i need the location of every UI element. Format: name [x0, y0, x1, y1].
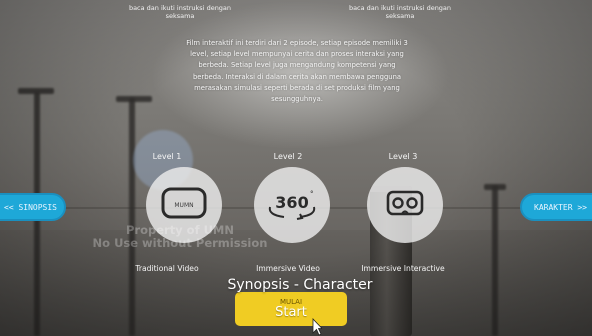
watermark: Property of UMN No Use without Permissio… — [70, 224, 290, 250]
vr-headset-icon — [383, 186, 427, 224]
360-icon: 360 ° — [262, 183, 322, 227]
level-2-title: Level 2 — [273, 152, 303, 161]
level-3-title: Level 3 — [388, 152, 418, 161]
start-button-label: Start — [275, 305, 307, 320]
svg-text:°: ° — [310, 190, 314, 198]
instruction-note-right: baca dan ikuti instruksi dengan seksama — [348, 4, 452, 20]
360-icon-label: 360 — [275, 193, 308, 212]
watermark-line-2: No Use without Permission — [92, 236, 268, 250]
level-3-button[interactable] — [367, 167, 443, 243]
tv-icon-label: MUMN — [174, 202, 193, 209]
film-description: Film interaktif ini terdiri dari 2 episo… — [186, 39, 408, 104]
mode-label: Synopsis - Character — [227, 277, 373, 293]
level-1-caption: Traditional Video — [135, 264, 199, 273]
instruction-note-left: baca dan ikuti instruksi dengan seksama — [128, 4, 232, 20]
tv-icon: MUMN — [159, 185, 209, 225]
synopsis-nav-label: << SINOPSIS — [4, 202, 57, 212]
level-2-caption: Immersive Video — [256, 264, 320, 273]
cursor-icon — [312, 317, 323, 336]
synopsis-nav-button[interactable]: << SINOPSIS — [0, 193, 66, 221]
character-nav-button[interactable]: KARAKTER >> — [520, 193, 592, 221]
start-button[interactable]: MULAI Start — [235, 292, 347, 326]
character-nav-label: KARAKTER >> — [534, 202, 587, 212]
level-3-caption: Immersive Interactive — [361, 264, 445, 273]
level-1-title: Level 1 — [152, 152, 182, 161]
